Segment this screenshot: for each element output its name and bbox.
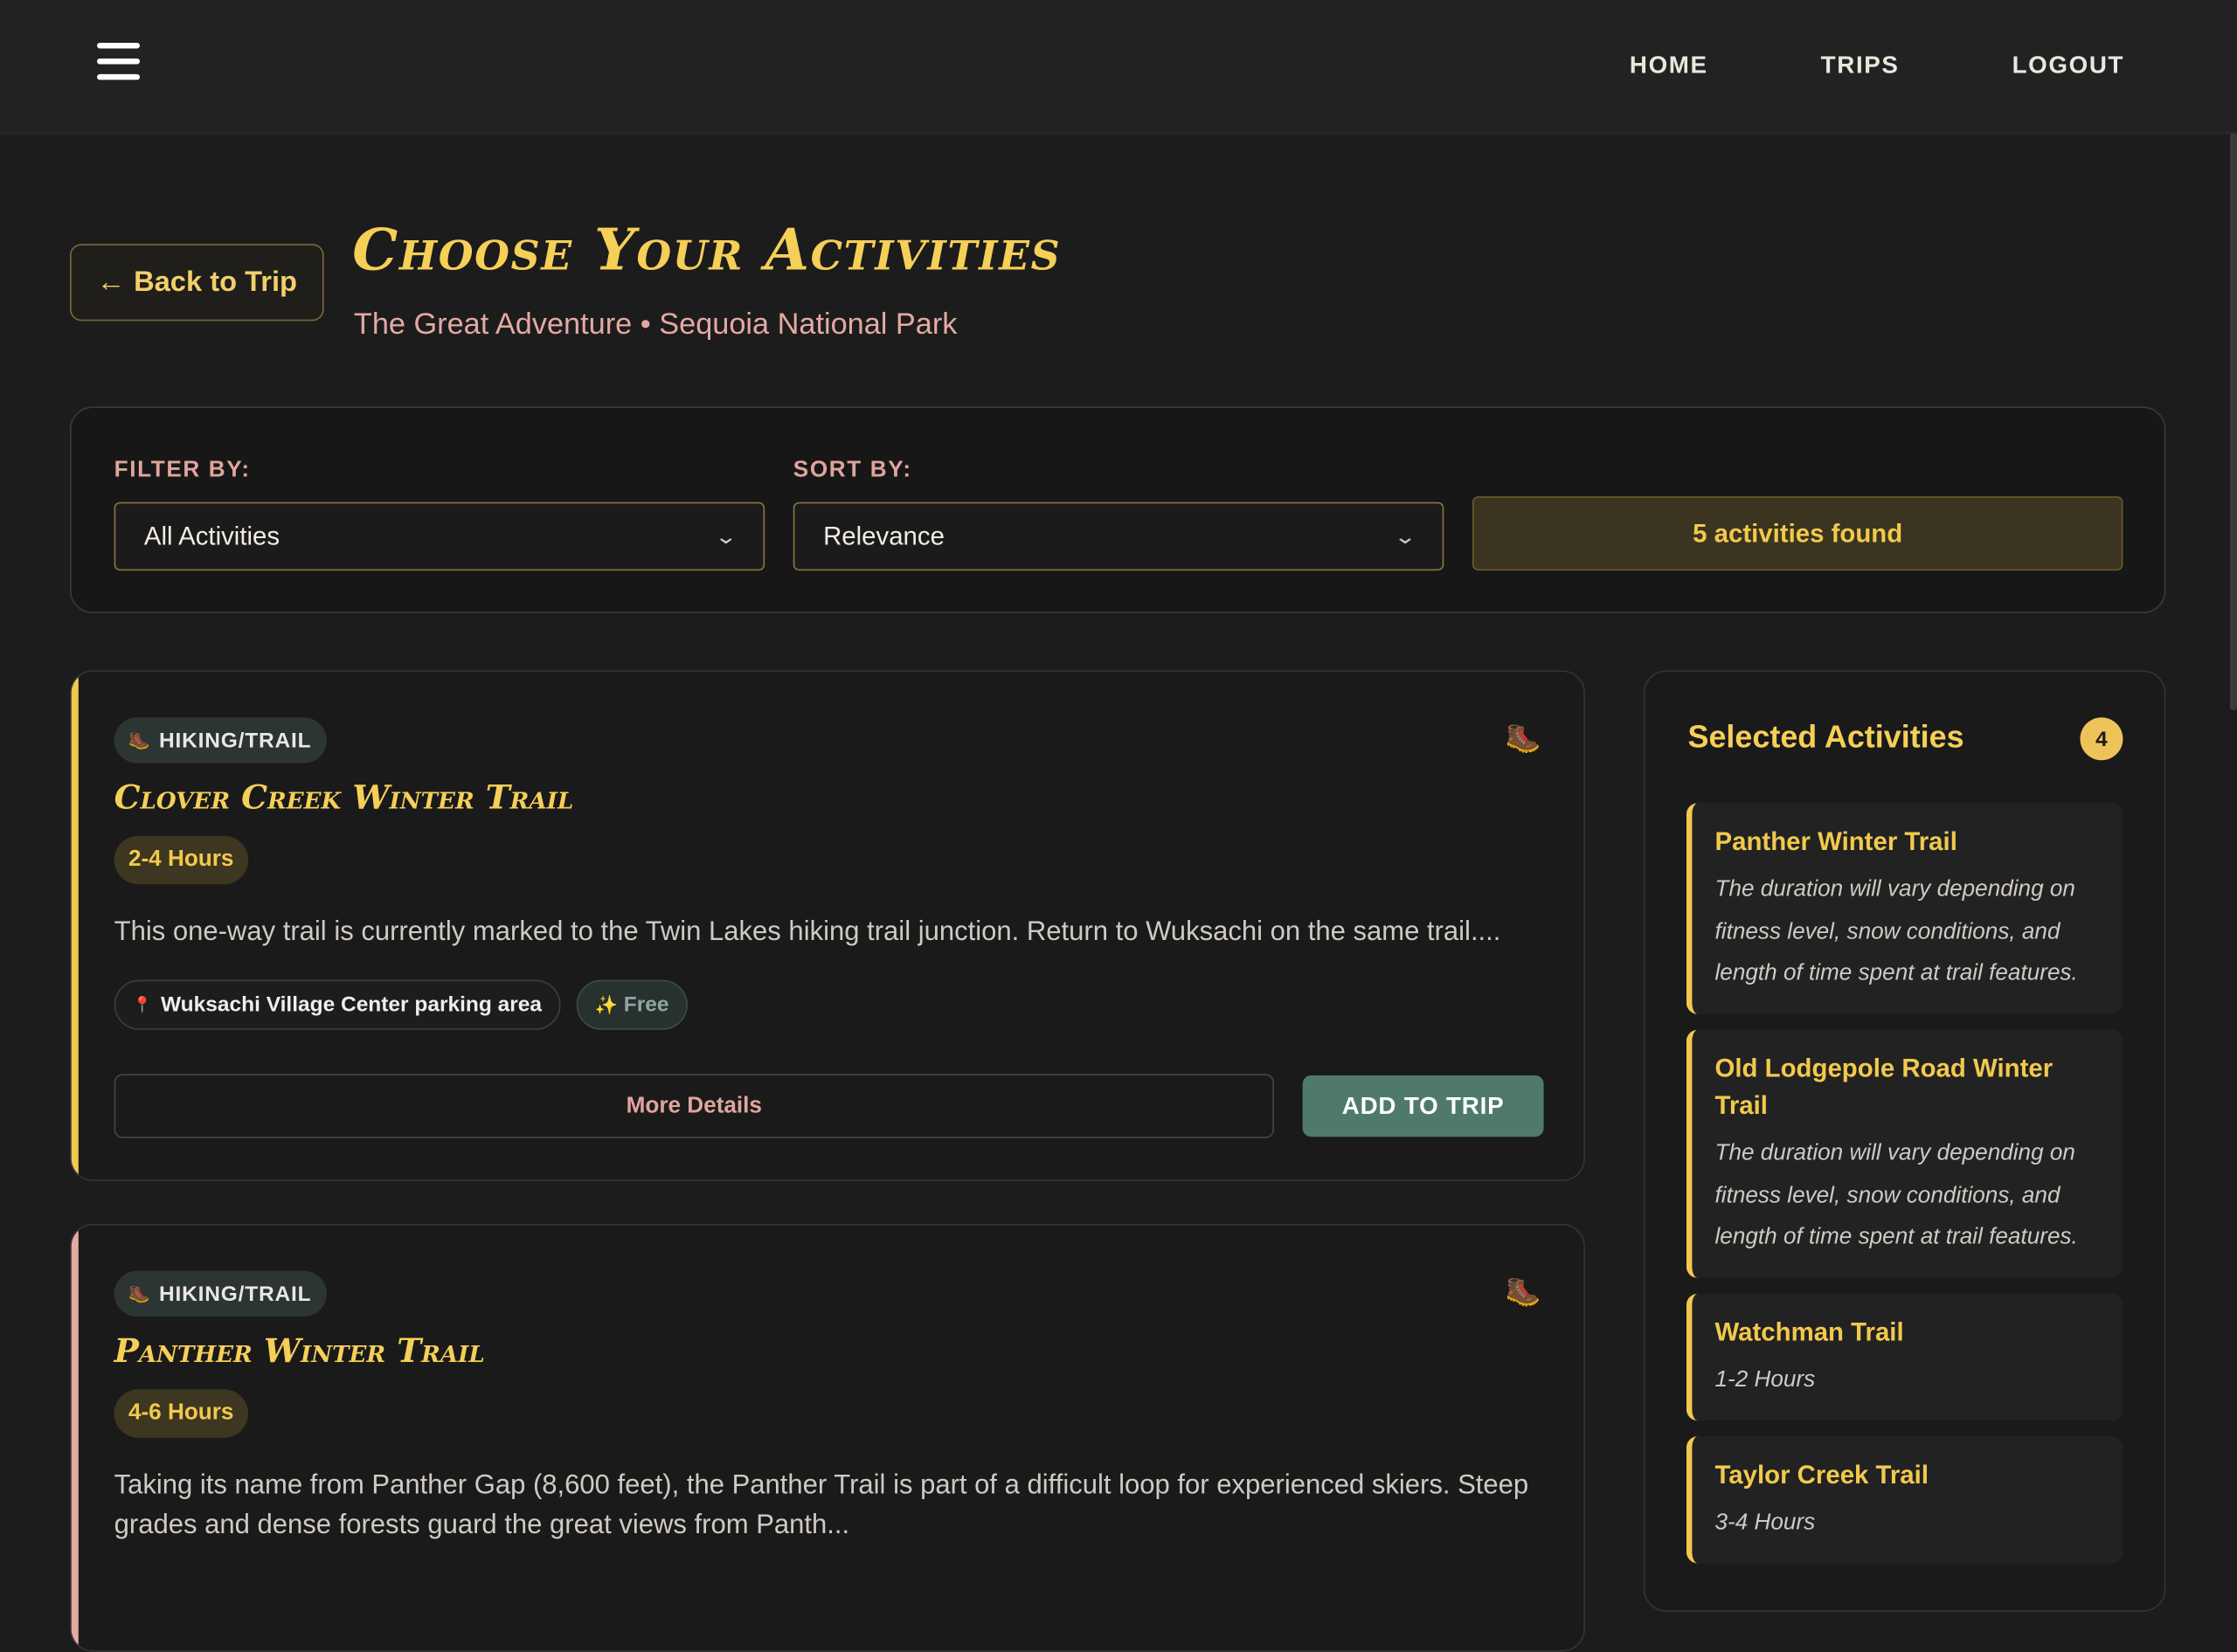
duration-badge: 2-4 Hours: [114, 835, 248, 885]
page-scrollbar[interactable]: [2229, 132, 2237, 711]
boot-icon: 🥾: [128, 729, 151, 750]
activity-description: This one-way trail is currently marked t…: [114, 916, 1501, 948]
arrow-left-icon: ←: [96, 266, 126, 298]
activity-card: 🥾 HIKING/TRAIL 🥾 Clover Creek Winter Tra…: [70, 670, 1585, 1181]
boot-icon: 🥾: [1505, 1276, 1541, 1309]
nav-trips[interactable]: TRIPS: [1821, 52, 1900, 80]
selected-item[interactable]: Watchman Trail 1-2 Hours: [1686, 1293, 2123, 1421]
activity-card: 🥾 HIKING/TRAIL 🥾 Panther Winter Trail 4-…: [70, 1223, 1585, 1652]
category-tag-label: HIKING/TRAIL: [158, 728, 312, 753]
filter-select-value: All Activities: [143, 521, 280, 550]
selected-item-desc: The duration will vary depending on fitn…: [1714, 877, 2078, 986]
duration-badge: 4-6 Hours: [114, 1389, 248, 1438]
nav-logout[interactable]: LOGOUT: [2012, 52, 2125, 80]
card-accent-bar: [71, 1225, 79, 1651]
selected-item-name: Old Lodgepole Road Winter Trail: [1714, 1054, 2053, 1120]
price-pill: ✨ Free: [576, 979, 688, 1030]
selected-item-desc: The duration will vary depending on fitn…: [1714, 1141, 2078, 1250]
sort-label: SORT BY:: [793, 458, 912, 482]
selected-panel-title: Selected Activities: [1687, 718, 1964, 755]
nav-home[interactable]: HOME: [1630, 52, 1708, 80]
selected-item[interactable]: Old Lodgepole Road Winter Trail The dura…: [1686, 1029, 2123, 1278]
filter-label: FILTER BY:: [114, 458, 251, 482]
boot-icon: 🥾: [1505, 722, 1541, 755]
selected-item-desc: 3-4 Hours: [1714, 1510, 1816, 1535]
activity-title: Clover Creek Winter Trail: [114, 778, 574, 818]
hamburger-menu-icon[interactable]: [97, 42, 141, 83]
location-label: Wuksachi Village Center parking area: [161, 992, 543, 1018]
activity-description: Taking its name from Panther Gap (8,600 …: [114, 1470, 1529, 1541]
results-count-badge: 5 activities found: [1472, 496, 2123, 571]
add-to-trip-button[interactable]: ADD TO TRIP: [1302, 1075, 1544, 1137]
category-tag: 🥾 HIKING/TRAIL: [114, 717, 328, 764]
pin-icon: 📍: [132, 997, 153, 1014]
more-details-button[interactable]: More Details: [114, 1074, 1275, 1138]
selected-count-badge: 4: [2080, 717, 2123, 761]
selected-item-desc: 1-2 Hours: [1714, 1367, 1816, 1393]
category-tag-label: HIKING/TRAIL: [158, 1281, 312, 1306]
top-navbar: HOME TRIPS LOGOUT: [0, 0, 2237, 135]
chevron-down-icon: ⌄: [1394, 524, 1417, 548]
main-nav: HOME TRIPS LOGOUT: [1630, 52, 2124, 80]
price-label: Free: [623, 992, 669, 1018]
page-title: Choose Your Activities: [352, 217, 1062, 284]
back-to-trip-button[interactable]: ← Back to Trip: [70, 244, 324, 321]
sparkles-icon: ✨: [594, 993, 619, 1015]
selected-item-name: Watchman Trail: [1714, 1317, 1904, 1347]
card-accent-bar: [71, 672, 79, 1180]
location-pill: 📍 Wuksachi Village Center parking area: [114, 979, 561, 1030]
category-tag: 🥾 HIKING/TRAIL: [114, 1270, 328, 1317]
selected-item-name: Taylor Creek Trail: [1714, 1460, 1929, 1490]
filter-panel: FILTER BY: All Activities ⌄ SORT BY: Rel…: [70, 406, 2166, 614]
selected-item[interactable]: Taylor Creek Trail 3-4 Hours: [1686, 1436, 2123, 1564]
selected-item[interactable]: Panther Winter Trail The duration will v…: [1686, 803, 2123, 1014]
page-subtitle: The Great Adventure • Sequoia National P…: [353, 308, 958, 342]
filter-select[interactable]: All Activities ⌄: [114, 501, 765, 571]
selected-activities-panel: Selected Activities 4 Panther Winter Tra…: [1643, 670, 2166, 1612]
activity-title: Panther Winter Trail: [114, 1331, 485, 1372]
chevron-down-icon: ⌄: [714, 524, 738, 548]
sort-select-value: Relevance: [823, 521, 945, 550]
selected-item-name: Panther Winter Trail: [1714, 826, 1957, 856]
back-button-label: Back to Trip: [134, 266, 297, 298]
boot-icon: 🥾: [128, 1283, 151, 1304]
sort-select[interactable]: Relevance ⌄: [793, 501, 1444, 571]
